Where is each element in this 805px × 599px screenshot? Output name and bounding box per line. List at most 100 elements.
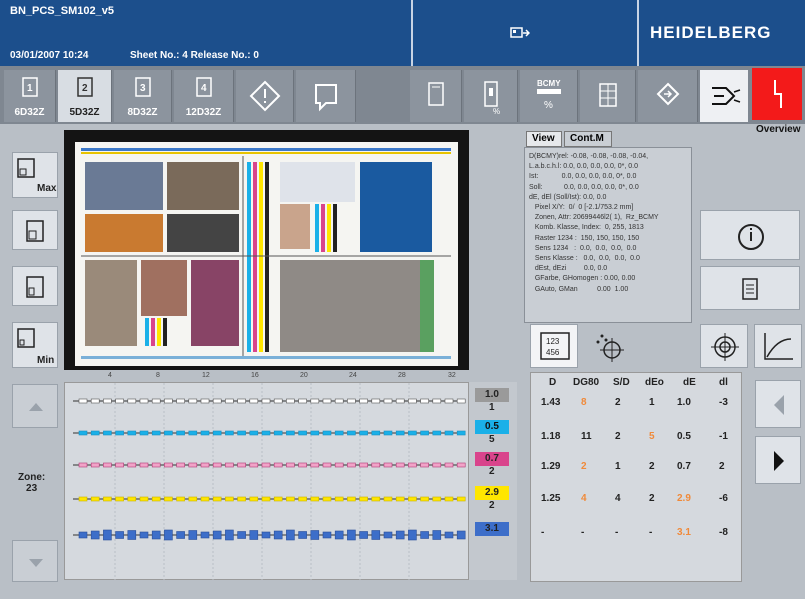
- spot-measure-button[interactable]: [584, 324, 632, 368]
- ink-zone-key[interactable]: [310, 398, 320, 404]
- ink-zone-key[interactable]: [78, 430, 88, 436]
- ink-zone-key[interactable]: [408, 398, 417, 404]
- ink-zone-key[interactable]: [90, 430, 100, 436]
- ink-zone-key[interactable]: [347, 529, 356, 541]
- ink-zone-key[interactable]: [103, 398, 112, 404]
- ink-zone-key[interactable]: [456, 398, 466, 404]
- ink-zone-key[interactable]: [103, 529, 112, 541]
- ink-zone-key[interactable]: [395, 398, 405, 404]
- ink-zone-key[interactable]: [444, 531, 454, 539]
- scroll-down-button[interactable]: [12, 540, 58, 582]
- ink-zone-key[interactable]: [334, 530, 344, 540]
- ink-zone-key[interactable]: [127, 462, 137, 468]
- ink-zone-key[interactable]: [261, 531, 271, 539]
- ink-zone-key[interactable]: [273, 398, 283, 404]
- ink-zone-key[interactable]: [359, 531, 368, 539]
- ink-zone-key[interactable]: [420, 398, 429, 404]
- unit-button-12d32z[interactable]: 4 12D32Z: [174, 70, 234, 122]
- next-button[interactable]: [755, 436, 801, 484]
- ink-zone-key[interactable]: [432, 430, 442, 436]
- overview-button[interactable]: [752, 68, 802, 120]
- ink-zone-key[interactable]: [420, 531, 429, 539]
- ink-zone-key[interactable]: [334, 496, 344, 502]
- ink-zone-key[interactable]: [371, 496, 381, 502]
- ink-zone-key[interactable]: [408, 496, 417, 502]
- ink-zone-key[interactable]: [298, 531, 307, 539]
- zoom-level-2-button[interactable]: [12, 210, 58, 250]
- ink-zone-key[interactable]: [322, 430, 332, 436]
- ink-zone-key[interactable]: [164, 496, 173, 502]
- ink-zone-key[interactable]: [383, 398, 393, 404]
- ink-zone-key[interactable]: [432, 398, 442, 404]
- ink-zone-key[interactable]: [237, 462, 246, 468]
- ink-zone-key[interactable]: [90, 462, 100, 468]
- ink-zone-key[interactable]: [286, 496, 295, 502]
- ink-zone-key[interactable]: [408, 462, 417, 468]
- ink-zone-key[interactable]: [115, 496, 124, 502]
- ink-zone-key[interactable]: [432, 530, 442, 540]
- ink-zone-key[interactable]: [200, 531, 210, 539]
- zoom-max-button[interactable]: Max: [12, 152, 58, 198]
- ink-zone-key[interactable]: [371, 530, 381, 540]
- ink-zone-key[interactable]: [347, 496, 356, 502]
- ink-zone-key[interactable]: [322, 531, 332, 539]
- ink-zone-key[interactable]: [273, 530, 283, 540]
- unit-button-6d32z[interactable]: 1 6D32Z: [4, 70, 56, 122]
- ink-zone-key[interactable]: [225, 398, 234, 404]
- ink-zone-key[interactable]: [225, 430, 234, 436]
- ink-zone-key[interactable]: [322, 398, 332, 404]
- ink-zone-key[interactable]: [371, 398, 381, 404]
- ink-zone-key[interactable]: [395, 430, 405, 436]
- ink-zone-key[interactable]: [176, 462, 185, 468]
- timer-button[interactable]: [700, 210, 800, 260]
- ink-zone-key[interactable]: [310, 496, 320, 502]
- ink-zone-key[interactable]: [127, 398, 137, 404]
- ink-zone-key[interactable]: [456, 462, 466, 468]
- ink-zone-key[interactable]: [151, 462, 161, 468]
- previous-button[interactable]: [755, 380, 801, 428]
- zoom-min-button[interactable]: Min: [12, 322, 58, 368]
- ink-zone-key[interactable]: [298, 398, 307, 404]
- curve-button[interactable]: [754, 324, 802, 368]
- ink-zone-key[interactable]: [273, 496, 283, 502]
- ink-zone-key[interactable]: [200, 430, 210, 436]
- ink-value-cyan[interactable]: 0.5: [475, 420, 509, 434]
- ink-zone-key[interactable]: [286, 398, 295, 404]
- ink-zone-key[interactable]: [139, 531, 149, 539]
- ink-value-magenta[interactable]: 0.7: [475, 452, 509, 466]
- document-button[interactable]: [700, 266, 800, 310]
- ink-zone-key[interactable]: [249, 462, 259, 468]
- ink-zone-key[interactable]: [212, 496, 222, 502]
- ink-zone-key[interactable]: [115, 398, 124, 404]
- ink-zone-key[interactable]: [456, 430, 466, 436]
- ink-zone-key[interactable]: [237, 496, 246, 502]
- ink-zone-key[interactable]: [310, 430, 320, 436]
- unit-button-5d32z[interactable]: 2 5D32Z: [58, 70, 112, 122]
- ink-zone-key[interactable]: [188, 496, 198, 502]
- ink-zone-key[interactable]: [261, 496, 271, 502]
- warning-button[interactable]: [236, 70, 294, 122]
- bcmy-button[interactable]: BCMY %: [520, 70, 578, 122]
- ink-zone-key[interactable]: [298, 462, 307, 468]
- ink-zone-key[interactable]: [225, 529, 234, 541]
- ink-zone-key[interactable]: [420, 462, 429, 468]
- grid-button[interactable]: [580, 70, 636, 122]
- ink-zone-key[interactable]: [225, 462, 234, 468]
- numeric-view-button[interactable]: 123 456: [530, 324, 578, 368]
- ink-zone-key[interactable]: [444, 496, 454, 502]
- ink-zone-key[interactable]: [359, 398, 368, 404]
- ink-zone-key[interactable]: [139, 398, 149, 404]
- ink-zone-key[interactable]: [383, 531, 393, 539]
- ink-zone-key[interactable]: [151, 398, 161, 404]
- ink-zone-key[interactable]: [395, 530, 405, 540]
- ink-zone-key[interactable]: [383, 430, 393, 436]
- ink-zone-key[interactable]: [286, 529, 295, 541]
- ink-zone-key[interactable]: [212, 462, 222, 468]
- ink-zone-key[interactable]: [408, 529, 417, 541]
- ink-zone-key[interactable]: [395, 462, 405, 468]
- ink-zone-key[interactable]: [127, 430, 137, 436]
- ink-zone-key[interactable]: [359, 496, 368, 502]
- ink-zone-key[interactable]: [347, 430, 356, 436]
- ink-zone-key[interactable]: [444, 398, 454, 404]
- ink-zone-key[interactable]: [286, 430, 295, 436]
